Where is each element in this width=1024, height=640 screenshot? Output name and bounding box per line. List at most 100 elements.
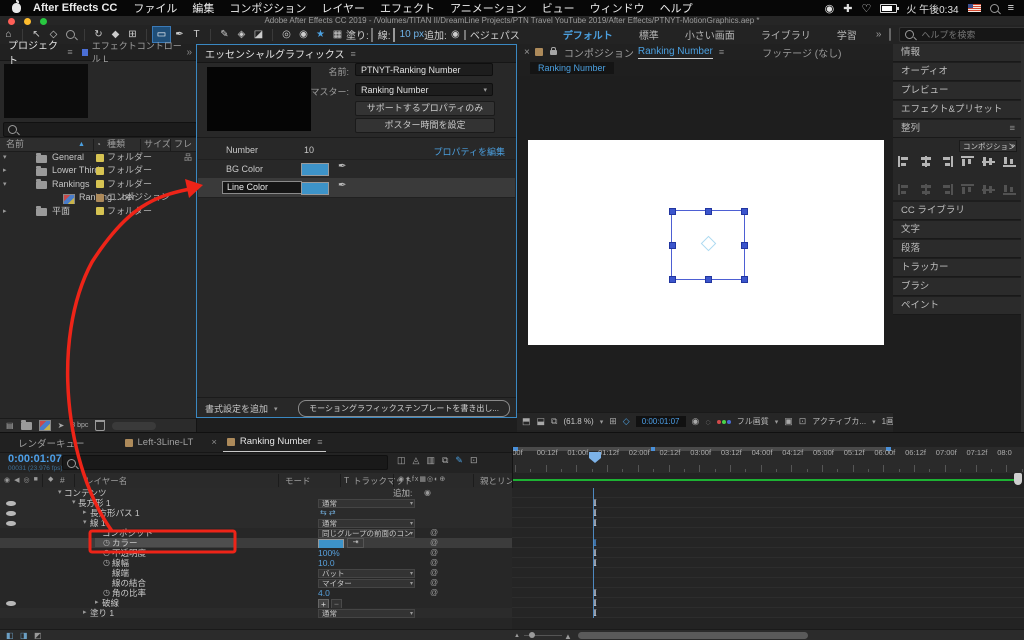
property-value[interactable]: 100%: [318, 548, 340, 558]
remove-dash-button[interactable]: −: [331, 598, 342, 608]
tab-essential-graphics[interactable]: エッセンシャルグラフィックス: [205, 46, 345, 61]
add-formatting-dropdown[interactable]: 書式設定を追加: [205, 402, 268, 415]
twirl-icon[interactable]: ▸: [3, 205, 7, 218]
timeline-track-row[interactable]: I: [512, 498, 1024, 508]
expression-pick-whip-box[interactable]: ⇥: [347, 538, 364, 548]
motion-blur-icon[interactable]: ✎: [455, 455, 463, 466]
label-chip[interactable]: [96, 207, 104, 216]
tab-footage[interactable]: フッテージ (なし): [762, 45, 841, 60]
solo-supported-properties-button[interactable]: サポートするプロパティのみ: [355, 101, 495, 116]
tab-ranking-number[interactable]: Ranking Number ≡: [222, 433, 327, 452]
roto-brush-tool[interactable]: ◎: [278, 27, 295, 42]
workspace-tab[interactable]: ライブラリ: [748, 27, 824, 42]
draft-3d-icon[interactable]: ◬: [413, 455, 420, 466]
view-layout-dropdown[interactable]: 1画面: [882, 416, 893, 427]
parent-pickwhip-icon[interactable]: @: [430, 588, 438, 598]
workspace-tab[interactable]: 標準: [626, 27, 672, 42]
sidebar-panel-header[interactable]: 段落: [893, 240, 1021, 258]
zoom-in-mountain-icon[interactable]: ▲: [564, 632, 572, 640]
show-snapshot-icon[interactable]: ◌: [705, 417, 710, 427]
timeline-horizontal-scrollbar[interactable]: [578, 632, 808, 639]
share-view-icon[interactable]: ⧉: [551, 416, 557, 427]
parent-pickwhip-icon[interactable]: @: [430, 528, 438, 538]
battery-icon[interactable]: [880, 3, 900, 13]
keyframe-ibeam[interactable]: I: [590, 518, 600, 528]
menu-item[interactable]: ビュー: [542, 0, 575, 16]
project-row[interactable]: Ranking....ber コンポジション: [0, 191, 196, 205]
color-swatch[interactable]: [301, 182, 329, 195]
timeline-track-row[interactable]: I: [512, 508, 1024, 518]
mask-visibility-icon[interactable]: ◇: [623, 416, 630, 427]
toggle-inout-icon[interactable]: ◩: [34, 631, 42, 640]
sidebar-panel-header[interactable]: エフェクト&プリセット: [893, 101, 1021, 119]
eye-icon[interactable]: [6, 520, 16, 526]
comp-breadcrumb[interactable]: Ranking Number: [530, 62, 614, 74]
help-search-input[interactable]: [919, 28, 1024, 41]
shape-layer-star-icon[interactable]: ★: [312, 27, 329, 42]
toggle-switches-icon[interactable]: ◧: [6, 631, 14, 640]
stopwatch-icon[interactable]: ◷: [103, 548, 110, 558]
sidebar-panel-header[interactable]: 文字: [893, 221, 1021, 239]
magnification-dropdown[interactable]: (61.8 %): [563, 417, 593, 426]
eg-property-row[interactable]: Number 10 プロパティを編集: [198, 140, 515, 160]
label-chip[interactable]: [96, 193, 104, 202]
heart-icon[interactable]: ♡: [861, 2, 871, 15]
lock-icon[interactable]: [549, 46, 557, 55]
project-row[interactable]: ▾ General フォルダー 品: [0, 151, 196, 164]
timeline-track-row[interactable]: [512, 568, 1024, 578]
comp-panel-menu-icon[interactable]: ≡: [719, 47, 724, 57]
parent-pickwhip-icon[interactable]: @: [430, 568, 438, 578]
set-poster-time-button[interactable]: ポスター時間を設定: [355, 118, 495, 133]
distribute-bb-icon[interactable]: [1003, 184, 1016, 195]
distribute-bm-icon[interactable]: [982, 184, 995, 195]
project-column-headers[interactable]: 名前 ▲ ◔ 種類 サイズ フレ: [0, 137, 196, 152]
screen-record-icon[interactable]: ◉: [825, 2, 835, 15]
project-panel-menu-icon[interactable]: ≡: [67, 47, 72, 57]
menu-item[interactable]: レイヤー: [321, 0, 365, 16]
timeline-track-row[interactable]: I: [512, 548, 1024, 558]
twirl-icon[interactable]: ▸: [95, 598, 99, 608]
stopwatch-icon[interactable]: ◷: [103, 588, 110, 598]
mode-dropdown[interactable]: 通常 ▾: [318, 608, 415, 618]
eg-panel-menu-icon[interactable]: ≡: [351, 49, 356, 59]
sync-settings-icon[interactable]: [889, 28, 892, 41]
keyframe-ibeam[interactable]: I: [590, 558, 600, 568]
mode-dropdown[interactable]: バット ▾: [318, 568, 415, 578]
export-template-button[interactable]: モーショングラフィックステンプレートを書き出し...: [298, 400, 510, 417]
sidebar-panel-header[interactable]: ブラシ: [893, 278, 1021, 296]
grid-guides-icon[interactable]: ⊞: [609, 416, 617, 427]
keyframe-ibeam[interactable]: I: [590, 498, 600, 508]
add-dash-button[interactable]: +: [318, 598, 329, 608]
property-value[interactable]: 4.0: [318, 588, 330, 598]
mask-checker-icon[interactable]: ▦: [329, 27, 346, 42]
graph-editor-icon[interactable]: ⊡: [470, 455, 478, 466]
resolution-dropdown[interactable]: フル画質: [737, 416, 769, 427]
sidebar-panel-header[interactable]: オーディオ: [893, 63, 1021, 81]
project-row[interactable]: ▸ Lower Thirds フォルダー: [0, 164, 196, 177]
twirl-icon[interactable]: ▾: [72, 498, 76, 508]
delete-icon[interactable]: [95, 420, 106, 431]
tab-project[interactable]: プロジェクト: [8, 37, 62, 68]
timeline-column-headers[interactable]: ◉ ◀ ◎ ■ ◆ # レイヤー名 モード T トラックマット ◉✦fx▦◎◐⊕ 親と…: [0, 473, 512, 489]
distribute-bc-icon[interactable]: [919, 184, 932, 195]
align-bc-icon[interactable]: [919, 156, 932, 167]
align-br-icon[interactable]: [940, 156, 953, 167]
align-bm-icon[interactable]: [982, 156, 995, 167]
sidebar-panel-header[interactable]: プレビュー: [893, 82, 1021, 100]
stroke-color-swatch[interactable]: [392, 27, 395, 42]
property-name-input[interactable]: Line Color: [222, 181, 302, 194]
tab-effect-controls[interactable]: エフェクトコントロール L: [92, 39, 187, 65]
parent-pickwhip-icon[interactable]: @: [430, 558, 438, 568]
primary-viewer-icon[interactable]: ⬓: [537, 416, 546, 427]
timeline-track-row[interactable]: I: [512, 558, 1024, 568]
timeline-track-row[interactable]: [512, 578, 1024, 588]
mode-dropdown[interactable]: 通常 ▾: [318, 518, 415, 528]
label-chip[interactable]: [96, 180, 104, 189]
distribute-br-icon[interactable]: [940, 184, 953, 195]
channels-icon[interactable]: [716, 419, 731, 424]
sidebar-panel-header[interactable]: トラッカー: [893, 259, 1021, 277]
align-target-dropdown[interactable]: コンポジション ▾: [959, 140, 1017, 152]
twirl-icon[interactable]: ▾: [3, 178, 7, 191]
comp-marker[interactable]: [651, 447, 655, 451]
current-time-display[interactable]: 0:00:01:07: [635, 416, 686, 427]
